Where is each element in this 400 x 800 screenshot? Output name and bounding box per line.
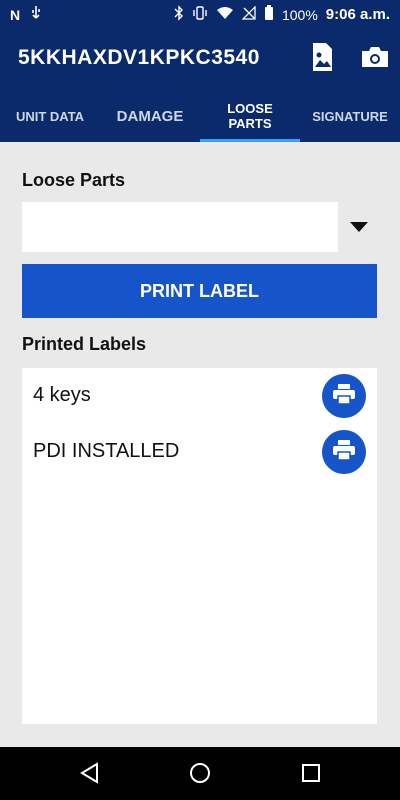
tab-loose-parts-label: LOOSE PARTS [227,101,273,131]
tab-damage[interactable]: DAMAGE [100,90,200,142]
list-item-text: PDI INSTALLED [33,440,180,462]
recents-icon[interactable] [300,761,322,790]
bluetooth-icon [174,5,184,24]
wifi-icon [216,6,234,23]
system-nav-bar [0,747,400,800]
camera-icon[interactable] [360,45,390,74]
no-signal-icon [241,5,256,23]
app-bar-actions [310,42,390,77]
battery-icon [264,5,274,24]
list-item: 4 keys [22,368,377,424]
clock: 9:06 a.m. [325,6,390,23]
loose-parts-label: Loose Parts [22,170,126,190]
status-left: N [10,5,42,24]
loose-parts-panel: Loose Parts PRINT LABEL Printed Labels 4… [0,142,400,747]
tab-signature[interactable]: SIGNATURE [300,90,400,142]
app-bar: 5KKHAXDV1KPKC3540 [0,30,400,90]
battery-percent: 100% [281,6,318,23]
vibrate-icon [192,5,208,24]
list-item-text: 4 keys [33,384,91,406]
tab-bar: UNIT DATA DAMAGE LOOSE PARTS SIGNATURE [0,90,400,142]
printer-icon [332,439,356,466]
loose-parts-select[interactable] [22,202,338,252]
caret-down-icon[interactable] [350,222,368,232]
tab-unit-data[interactable]: UNIT DATA [0,90,100,142]
status-bar: N 100% 9:06 a.m. [0,0,400,30]
list-item: PDI INSTALLED [22,424,377,480]
usb-icon [30,5,42,24]
printed-labels-list: 4 keys PDI INSTALLED [22,368,377,724]
back-icon[interactable] [78,761,100,790]
reprint-button[interactable] [322,374,366,418]
printed-labels-label: Printed Labels [22,334,147,354]
vin-title: 5KKHAXDV1KPKC3540 [18,46,260,69]
image-icon[interactable] [310,42,334,77]
tab-loose-parts[interactable]: LOOSE PARTS [200,90,300,142]
printer-icon [332,383,356,410]
home-icon[interactable] [188,761,212,790]
status-right: 100% 9:06 a.m. [174,5,390,24]
print-label-button[interactable]: PRINT LABEL [22,264,377,318]
notification-n-icon: N [10,6,21,23]
reprint-button[interactable] [322,430,366,474]
